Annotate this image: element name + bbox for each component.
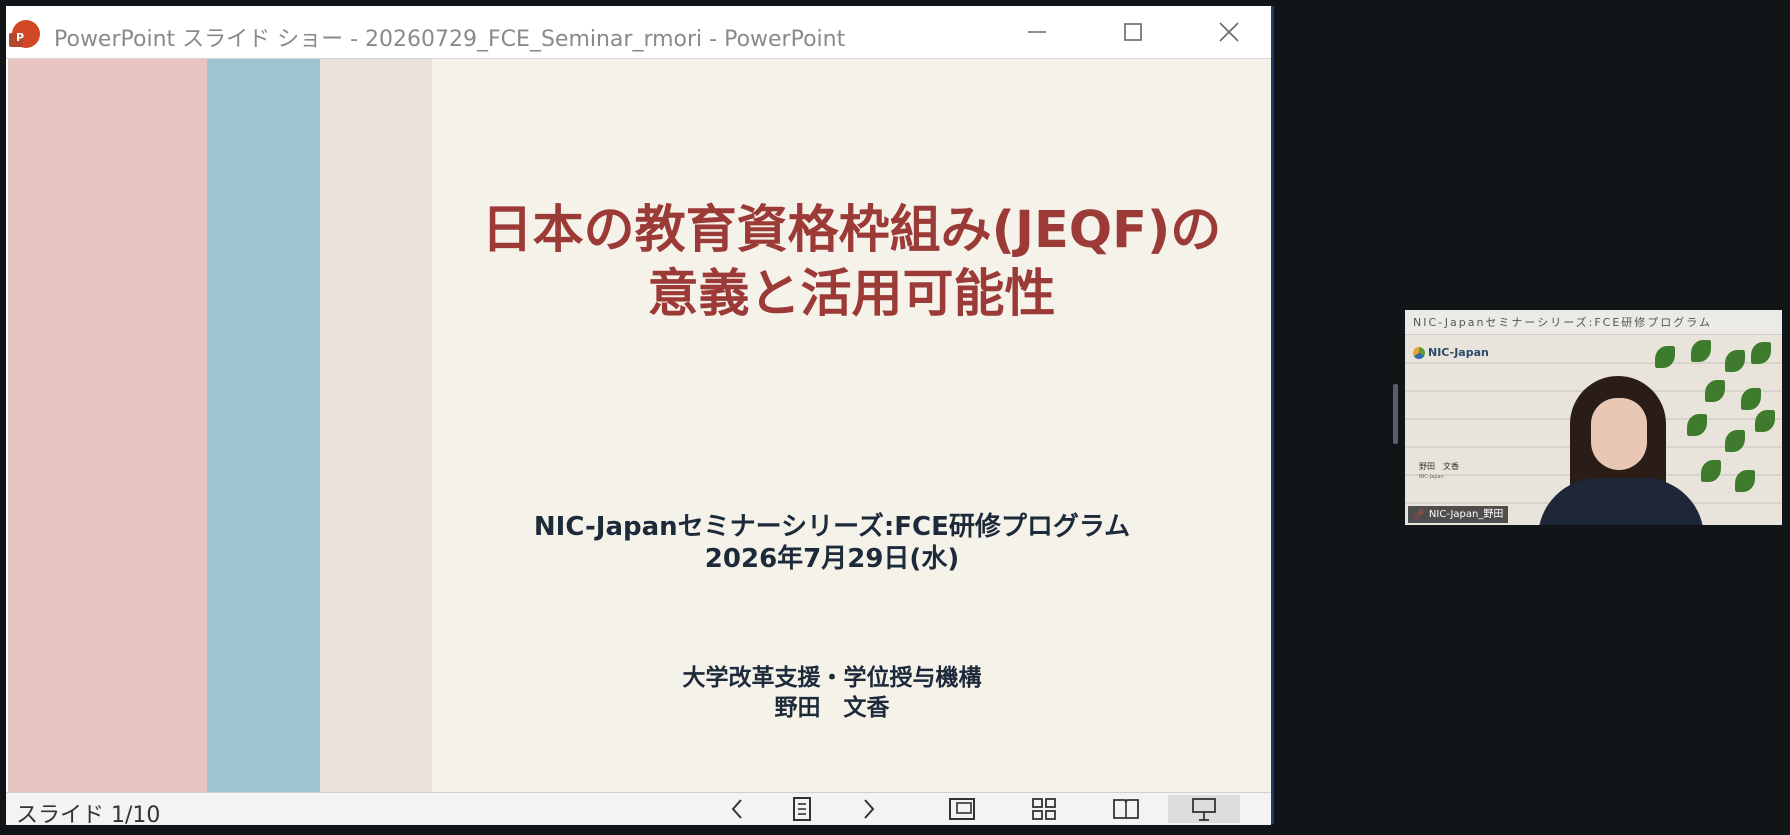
close-button[interactable] — [1184, 6, 1274, 58]
participant-face — [1591, 398, 1647, 470]
participant-video-tile[interactable]: NIC-Japanセミナーシリーズ:FCE研修プログラム NIC-Japan 野… — [1405, 310, 1782, 525]
normal-view-button[interactable] — [940, 795, 984, 823]
slideshow-status-bar: スライド 1/10 — [6, 792, 1271, 828]
presenter-name: 野田 文香 — [774, 695, 890, 721]
slide-title-line-2: 意義と活用可能性 — [647, 265, 1056, 324]
slide-counter: スライド 1/10 — [16, 803, 161, 828]
next-slide-icon — [864, 799, 875, 819]
nic-japan-logo-mark — [1413, 347, 1425, 359]
decorative-band-pink — [8, 59, 207, 792]
microphone-muted-icon: 🎤︎ — [1413, 509, 1426, 520]
seminar-series-text: NIC-Japanセミナーシリーズ:FCE研修プログラム — [533, 512, 1131, 542]
close-icon — [1219, 22, 1239, 42]
decorative-band-blue — [207, 59, 320, 792]
nic-japan-logo: NIC-Japan — [1413, 346, 1489, 359]
slide-sorter-button[interactable] — [1022, 795, 1066, 823]
slide-list-icon — [793, 797, 811, 821]
reading-view-icon — [1113, 799, 1139, 819]
organization-text: 大学改革支援・学位授与機構 — [682, 665, 982, 691]
minimize-icon — [1028, 31, 1046, 33]
decorative-band-beige — [320, 59, 432, 792]
powerpoint-icon: P — [9, 20, 40, 48]
slide-canvas[interactable]: 日本の教育資格枠組み(JEQF)の 意義と活用可能性 NIC-Japanセミナー… — [8, 59, 1271, 792]
next-slide-button[interactable] — [846, 795, 890, 823]
slide-title: 日本の教育資格枠組み(JEQF)の 意義と活用可能性 — [432, 199, 1271, 327]
slide-subtitle: NIC-Japanセミナーシリーズ:FCE研修プログラム 2026年7月29日(… — [432, 511, 1232, 575]
slideshow-view-button[interactable] — [1168, 795, 1240, 823]
reading-view-button[interactable] — [1104, 795, 1148, 823]
slideshow-view-icon — [1192, 798, 1216, 821]
video-panel-scrollbar[interactable] — [1393, 384, 1398, 444]
minimize-button[interactable] — [992, 6, 1082, 58]
title-bar: P PowerPoint スライド ショー - 20260729_FCE_Sem… — [6, 6, 1271, 59]
video-banner-text: NIC-Japanセミナーシリーズ:FCE研修プログラム — [1405, 310, 1782, 335]
video-name-sign: 野田 文香 NIC-Japan — [1419, 462, 1459, 480]
participant-name-label: 🎤︎ NIC-Japan_野田 — [1408, 506, 1509, 523]
slide-title-line-1: 日本の教育資格枠組み(JEQF)の — [481, 201, 1222, 260]
maximize-button[interactable] — [1088, 6, 1178, 58]
window-title: PowerPoint スライド ショー - 20260729_FCE_Semin… — [54, 27, 846, 52]
slide-sorter-icon — [1032, 798, 1056, 820]
slide-list-button[interactable] — [780, 795, 824, 823]
powerpoint-window: P PowerPoint スライド ショー - 20260729_FCE_Sem… — [6, 6, 1274, 828]
seminar-date-text: 2026年7月29日(水) — [704, 544, 960, 574]
slide-author: 大学改革支援・学位授与機構 野田 文香 — [432, 663, 1232, 723]
normal-view-icon — [949, 798, 975, 820]
previous-slide-icon — [731, 799, 742, 819]
maximize-icon — [1124, 23, 1142, 41]
previous-slide-button[interactable] — [716, 795, 760, 823]
